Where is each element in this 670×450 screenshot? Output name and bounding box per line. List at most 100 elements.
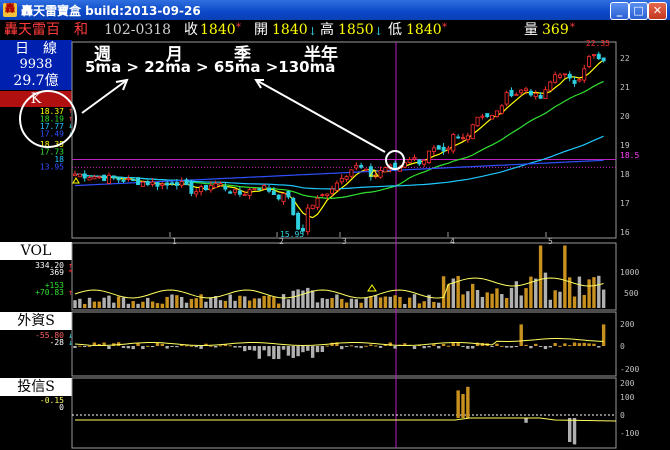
volume-bar <box>471 283 475 308</box>
candle-body <box>330 188 335 194</box>
volume-bar <box>116 296 121 308</box>
foreign-bar <box>199 346 203 349</box>
volume-bar <box>257 298 261 308</box>
volume-bar <box>131 301 135 308</box>
foreign-bar <box>238 346 242 348</box>
trust-bar <box>456 390 460 418</box>
foreign-bar <box>514 346 519 347</box>
candle-body <box>266 187 271 192</box>
candle-body <box>305 207 310 233</box>
foreign-bar <box>529 346 533 349</box>
volume-bar <box>524 288 528 308</box>
volume-bar <box>354 299 358 308</box>
foreign-bar <box>572 342 577 346</box>
volume-bar <box>175 295 179 308</box>
trust-bar <box>461 394 465 418</box>
foreign-bar <box>456 342 460 346</box>
candle-body <box>126 177 131 180</box>
candle-body <box>572 80 577 84</box>
candle-body <box>407 159 412 163</box>
candle-body <box>281 192 286 203</box>
volume-bar <box>344 302 349 308</box>
foreign-bar <box>150 346 155 348</box>
volume-bar <box>170 294 174 308</box>
candle-body <box>528 90 533 96</box>
foreign-axis-tick: 0 <box>620 342 625 351</box>
trust-axis-tick: -100 <box>620 429 639 438</box>
volume-bar <box>475 289 480 308</box>
foreign-bar <box>543 346 548 350</box>
volume-bar <box>238 295 242 308</box>
foreign-bar <box>218 345 223 347</box>
volume-bar <box>165 296 169 308</box>
volume-bar <box>146 297 150 308</box>
volume-bar <box>340 298 344 308</box>
candle-body <box>310 204 315 209</box>
volume-bar <box>534 278 538 308</box>
price-axis-tick: 19 <box>620 141 630 150</box>
foreign-bar <box>471 346 475 349</box>
foreign-bar <box>393 346 397 349</box>
vol-value: 369 <box>50 268 65 277</box>
volume-bar <box>189 298 194 308</box>
volume-bar <box>378 297 383 308</box>
ma22-line <box>75 80 604 199</box>
ma5-line <box>75 59 604 219</box>
candle-body <box>446 147 451 151</box>
candle-body <box>465 135 470 141</box>
volume-bar <box>92 301 97 308</box>
foreign-bar <box>432 344 436 346</box>
volume-bar <box>538 245 543 308</box>
foreign-bar <box>538 346 543 347</box>
foreign-average-line <box>74 338 604 347</box>
trust-axis-tick: 0 <box>620 411 625 420</box>
volume-bar <box>180 296 184 308</box>
candle-body <box>480 115 485 118</box>
foreign-bar <box>301 346 305 353</box>
volume-bar <box>78 298 82 308</box>
volume-bar <box>432 301 436 308</box>
vol-change: +70.83 <box>35 288 64 297</box>
volume-bar <box>252 298 257 308</box>
foreign-bar <box>553 343 557 346</box>
foreign-bar <box>412 346 417 350</box>
candle-body <box>393 162 398 169</box>
foreign-bar <box>291 346 295 358</box>
candle-body <box>111 175 116 179</box>
volume-bar <box>407 297 412 308</box>
trust-value: 0 <box>59 403 64 412</box>
candle-body <box>252 188 257 191</box>
candle-body <box>194 191 199 195</box>
volume-bar <box>112 302 116 308</box>
ma-value-secondary: 13.95 <box>40 163 64 172</box>
foreign-bar <box>267 346 271 357</box>
candle-body <box>359 164 364 168</box>
volume-bar <box>393 295 397 308</box>
volume-bar <box>155 303 160 308</box>
candle-body <box>174 182 179 186</box>
candle-body <box>155 182 160 187</box>
candle-body <box>213 183 218 188</box>
annotation-ma-order: 5ma > 22ma > 65ma >130ma <box>85 58 336 76</box>
signal-triangle-icon <box>72 177 80 184</box>
volume-bar <box>601 289 606 308</box>
foreign-bar <box>441 343 446 346</box>
candle-body <box>179 181 184 186</box>
candle-body <box>378 170 383 178</box>
volume-bar <box>369 296 373 308</box>
volume-bar <box>102 297 106 308</box>
candle-body <box>354 165 359 169</box>
foreign-bar <box>257 346 261 359</box>
foreign-bar <box>136 343 140 346</box>
price-axis-tick: 21 <box>620 83 630 92</box>
month-label: 3 <box>342 237 347 246</box>
volume-bar <box>330 297 334 308</box>
foreign-bar <box>369 344 373 346</box>
volume-bar <box>519 295 523 308</box>
month-label: 1 <box>172 237 177 246</box>
trust-axis-tick: 200 <box>620 379 635 388</box>
candle-body <box>562 73 567 76</box>
volume-bar <box>223 300 228 308</box>
volume-bar <box>558 291 562 308</box>
candle-body <box>140 181 145 187</box>
